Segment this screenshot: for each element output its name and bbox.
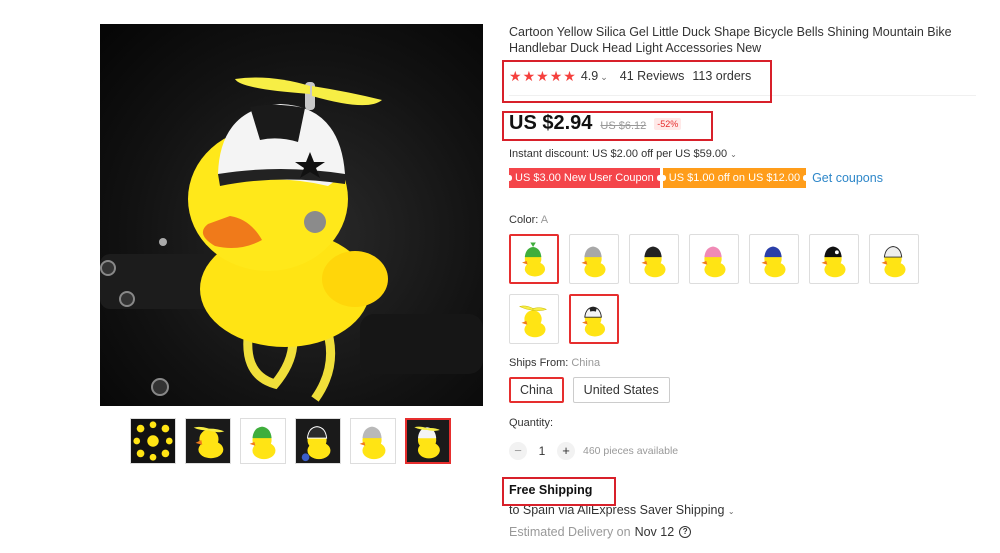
current-price: US $2.94 <box>509 112 593 134</box>
rating-row: ★ ★ ★ ★ ★ 4.9 ⌄ 41 Reviews 113 orders <box>509 65 989 87</box>
duck-with-helmet-image <box>100 77 483 402</box>
product-title: Cartoon Yellow Silica Gel Little Duck Sh… <box>509 25 952 55</box>
color-swatch-9[interactable] <box>569 294 619 344</box>
color-selected-value: A <box>540 214 549 226</box>
rating-stars: ★ ★ ★ ★ ★ <box>509 69 576 83</box>
get-coupons-link[interactable]: Get coupons <box>812 171 883 185</box>
instant-discount[interactable]: Instant discount: US $2.00 off per US $5… <box>509 148 737 160</box>
star-icon: ★ <box>549 68 563 84</box>
orders-count: 113 orders <box>692 69 752 83</box>
color-swatches <box>509 234 929 344</box>
duck-black-helmet-icon <box>296 419 340 463</box>
color-swatch-7[interactable] <box>869 234 919 284</box>
duck-propeller-icon <box>518 305 548 338</box>
stock-available: 460 pieces available <box>583 445 679 457</box>
color-swatch-4[interactable] <box>689 234 739 284</box>
discount-badge: -52% <box>654 118 682 130</box>
color-swatch-6[interactable] <box>809 234 859 284</box>
color-swatch-2[interactable] <box>569 234 619 284</box>
duck-propeller-icon <box>186 419 230 463</box>
chevron-down-icon: ⌄ <box>730 150 737 159</box>
thumbnail-green-helmet-duck[interactable] <box>240 418 286 464</box>
duck-blue-helmet-icon <box>761 246 786 278</box>
color-swatch-1[interactable] <box>509 234 559 284</box>
ships-from-selected-value: China <box>571 357 601 369</box>
duck-silver-helmet-icon <box>581 246 606 278</box>
rating-value[interactable]: 4.9 ⌄ <box>581 69 608 83</box>
ships-from-label-text: Ships From: <box>509 357 569 369</box>
variant-collage-icon <box>131 419 175 463</box>
store-coupon[interactable]: US $1.00 off on US $12.00 <box>660 168 809 188</box>
reviews-link[interactable]: 41 Reviews <box>620 69 685 83</box>
original-price: US $6.12 <box>600 120 647 132</box>
rating-number: 4.9 <box>580 69 599 83</box>
new-user-coupon[interactable]: US $3.00 New User Coupon <box>507 168 662 188</box>
thumbnail-dark-duck[interactable] <box>295 418 341 464</box>
thumbnail-selected-duck[interactable] <box>405 418 451 464</box>
star-icon: ★ <box>563 68 576 84</box>
duck-star-helmet-icon <box>582 306 606 337</box>
duck-propeller-icon <box>407 420 449 462</box>
color-swatch-5[interactable] <box>749 234 799 284</box>
star-icon: ★ <box>522 68 536 84</box>
shipping-destination-text: to Spain via AliExpress Saver Shipping <box>509 503 725 517</box>
duck-black-helmet-icon <box>641 246 666 278</box>
free-shipping-label: Free Shipping <box>509 483 593 497</box>
duck-green-helmet-icon <box>522 242 546 277</box>
ship-option-china[interactable]: China <box>509 377 564 403</box>
divider <box>509 95 976 96</box>
quantity-stepper: − 1 + 460 pieces available <box>509 442 678 460</box>
duck-black-helmet-icon <box>821 246 846 278</box>
coupon-row: US $3.00 New User Coupon US $1.00 off on… <box>507 168 883 188</box>
duck-silver-helmet-icon <box>359 426 386 460</box>
duck-white-helmet-icon <box>881 246 906 278</box>
color-swatch-3[interactable] <box>629 234 679 284</box>
chevron-down-icon: ⌄ <box>727 507 735 516</box>
delivery-date: Nov 12 <box>634 525 675 539</box>
thumbnail-variants-collage[interactable] <box>130 418 176 464</box>
color-swatch-8[interactable] <box>509 294 559 344</box>
shipping-destination[interactable]: to Spain via AliExpress Saver Shipping ⌄ <box>509 503 735 517</box>
ships-from-options: China United States <box>509 377 670 403</box>
color-label: Color: A <box>509 214 548 226</box>
duck-green-helmet-icon <box>249 426 276 460</box>
estimated-delivery: Estimated Delivery on Nov 12 ? <box>509 525 692 539</box>
ship-option-united-states[interactable]: United States <box>572 377 670 403</box>
quantity-decrease-button[interactable]: − <box>509 442 527 460</box>
instant-discount-text: Instant discount: US $2.00 off per US $5… <box>509 148 728 160</box>
quantity-increase-button[interactable]: + <box>557 442 575 460</box>
ships-from-label: Ships From: China <box>509 357 600 369</box>
thumbnail-strip <box>130 418 451 464</box>
delivery-label: Estimated Delivery on <box>509 525 631 539</box>
help-icon[interactable]: ? <box>679 526 692 538</box>
thumbnail-propeller-duck[interactable] <box>185 418 231 464</box>
chevron-down-icon: ⌄ <box>600 72 608 82</box>
quantity-input[interactable]: 1 <box>527 444 557 458</box>
thumbnail-silver-helmet-duck[interactable] <box>350 418 396 464</box>
star-icon: ★ <box>509 68 522 84</box>
price-row: US $2.94 US $6.12 -52% <box>509 112 682 135</box>
duck-pink-helmet-icon <box>701 246 726 278</box>
product-info-panel: Cartoon Yellow Silica Gel Little Duck Sh… <box>507 24 989 539</box>
main-product-image[interactable] <box>100 24 483 406</box>
quantity-label: Quantity: <box>509 417 554 429</box>
star-icon: ★ <box>536 68 549 84</box>
color-label-text: Color: <box>509 214 539 226</box>
